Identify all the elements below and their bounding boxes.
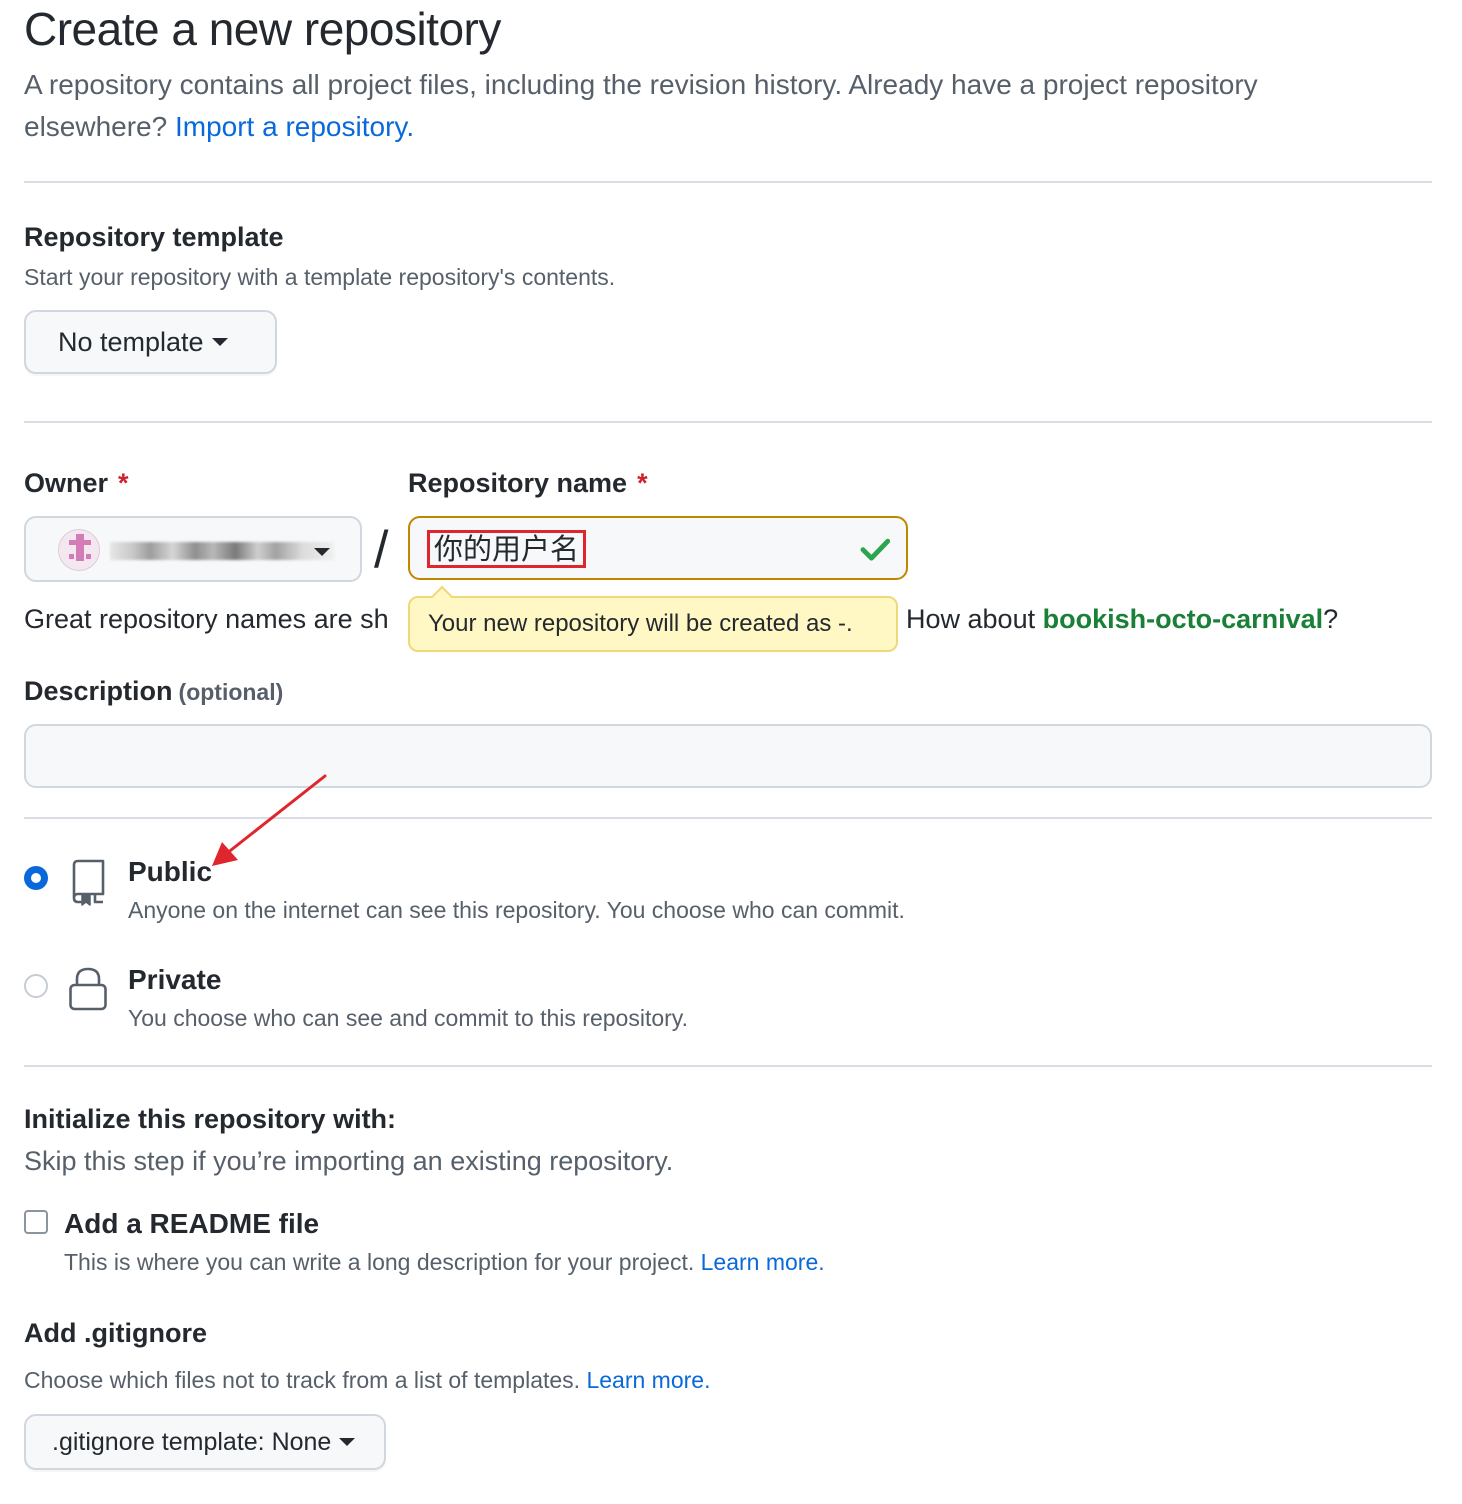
divider (24, 181, 1432, 183)
owner-select[interactable] (24, 516, 362, 582)
repository-name-value: 你的用户名 (427, 530, 587, 568)
initialize-heading: Initialize this repository with: (24, 1104, 397, 1134)
owner-repo-separator: / (374, 521, 389, 579)
visibility-public-desc: Anyone on the internet can see this repo… (128, 897, 905, 923)
annotation-arrow-icon (212, 774, 327, 866)
add-readme-label[interactable]: Add a README file (64, 1208, 319, 1240)
required-mark: * (118, 468, 129, 498)
divider (24, 1065, 1432, 1067)
repository-name-tooltip: Your new repository will be created as -… (408, 585, 898, 652)
suggested-name-link[interactable]: bookish-octo-carnival (1043, 604, 1324, 634)
visibility-private-title: Private (128, 964, 222, 995)
gitignore-note: Choose which files not to track from a l… (24, 1367, 710, 1394)
gitignore-select-button[interactable]: .gitignore template: None (24, 1414, 386, 1470)
check-icon (860, 538, 891, 561)
suggestion-suffix: ? (1323, 604, 1339, 634)
lock-icon (69, 967, 107, 1011)
avatar (58, 529, 100, 571)
tooltip-text: Your new repository will be created as -… (428, 610, 853, 637)
template-note: Start your repository with a template re… (24, 264, 616, 290)
chevron-down-icon (339, 1438, 356, 1446)
template-button-label: No template (58, 326, 204, 357)
visibility-private-desc: You choose who can see and commit to thi… (128, 1005, 688, 1031)
repo-name-label: Repository name * (408, 468, 648, 499)
readme-learn-more-link[interactable]: Learn more. (701, 1249, 825, 1275)
owner-label: Owner * (24, 468, 129, 499)
intro-text: A repository contains all project files,… (24, 64, 1404, 148)
import-repository-link[interactable]: Import a repository. (175, 111, 414, 142)
template-select-button[interactable]: No template (24, 310, 277, 374)
visibility-private-radio[interactable] (24, 974, 48, 998)
gitignore-button-label: .gitignore template: None (52, 1427, 332, 1456)
add-readme-checkbox[interactable] (24, 1210, 48, 1234)
naming-hint-text: Great repository names are sh (24, 604, 389, 634)
required-mark: * (637, 468, 648, 498)
tooltip-arrow (430, 585, 454, 609)
template-heading: Repository template (24, 222, 284, 252)
name-suggestion: How about bookish-octo-carnival? (906, 604, 1338, 635)
chevron-down-icon (314, 548, 330, 556)
how-about-text: How about (906, 604, 1043, 634)
gitignore-heading: Add .gitignore (24, 1318, 207, 1348)
gitignore-learn-more-link[interactable]: Learn more. (586, 1367, 710, 1393)
chevron-down-icon (211, 338, 228, 346)
owner-name-blurred (110, 542, 334, 560)
repo-name-label-text: Repository name (408, 468, 628, 498)
repository-name-input[interactable]: 你的用户名 (408, 516, 908, 580)
initialize-note: Skip this step if you’re importing an ex… (24, 1146, 674, 1176)
repo-icon (72, 859, 105, 906)
owner-label-text: Owner (24, 468, 109, 498)
readme-desc-text: This is where you can write a long descr… (64, 1249, 695, 1275)
readme-description: This is where you can write a long descr… (64, 1249, 825, 1276)
visibility-public-radio[interactable] (24, 866, 48, 890)
description-label-text: Description (24, 676, 173, 706)
description-label: Description (optional) (24, 676, 283, 707)
divider (24, 421, 1432, 423)
page-title: Create a new repository (24, 3, 501, 55)
gitignore-note-text: Choose which files not to track from a l… (24, 1367, 581, 1393)
optional-tag: (optional) (178, 679, 284, 705)
